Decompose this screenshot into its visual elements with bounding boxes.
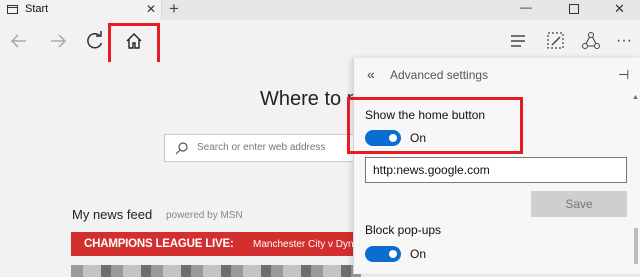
share-icon[interactable]	[580, 30, 602, 52]
news-thumbnails[interactable]	[71, 265, 361, 277]
hub-icon[interactable]	[507, 30, 529, 52]
tab-strip: Start ✕ + — ✕	[0, 0, 640, 20]
banner-text: Manchester City v Dynan	[253, 239, 365, 250]
home-url-input[interactable]	[373, 163, 613, 177]
pin-icon[interactable]: ⊣	[618, 67, 629, 83]
window-close-button[interactable]: ✕	[614, 1, 625, 17]
toggle-knob	[389, 250, 397, 258]
banner-headline: CHAMPIONS LEAGUE LIVE:	[84, 238, 234, 250]
page-headline: Where to n	[260, 88, 358, 110]
news-banner[interactable]: CHAMPIONS LEAGUE LIVE: Manchester City v…	[71, 232, 371, 256]
home-option-highlight	[347, 97, 523, 154]
tab-start[interactable]: Start ✕	[0, 0, 162, 20]
search-placeholder: Search or enter web address	[197, 142, 326, 153]
news-feed-heading: My news feed	[72, 207, 153, 222]
back-settings-button[interactable]: «	[367, 66, 375, 82]
search-icon	[175, 141, 189, 160]
tab-close-button[interactable]: ✕	[146, 2, 156, 16]
block-popups-toggle[interactable]	[365, 246, 401, 262]
block-popups-label: Block pop-ups	[365, 223, 442, 237]
tab-title: Start	[25, 3, 49, 15]
popups-toggle-state: On	[410, 247, 427, 261]
powered-by-label: powered by MSN	[166, 210, 243, 221]
navigation-bar: ···	[0, 20, 640, 62]
forward-arrow-icon[interactable]	[47, 30, 69, 52]
refresh-icon[interactable]	[84, 30, 106, 52]
panel-title: Advanced settings	[390, 68, 489, 82]
home-button-highlight	[108, 23, 160, 65]
home-url-field[interactable]	[365, 157, 627, 183]
web-note-icon[interactable]	[545, 30, 567, 52]
scroll-thumb[interactable]	[634, 228, 638, 264]
more-icon[interactable]: ···	[616, 32, 638, 54]
new-tab-button[interactable]: +	[169, 0, 179, 18]
minimize-button[interactable]: —	[520, 0, 532, 14]
back-arrow-icon[interactable]	[8, 30, 30, 52]
maximize-button[interactable]	[569, 4, 579, 14]
advanced-settings-panel: « Advanced settings ⊣ ▲ Show the home bu…	[353, 58, 640, 274]
tab-page-icon	[7, 5, 18, 14]
scroll-up-icon[interactable]: ▲	[632, 94, 639, 101]
panel-scrollbar[interactable]: ▲	[632, 94, 639, 274]
save-button[interactable]: Save	[531, 191, 627, 217]
